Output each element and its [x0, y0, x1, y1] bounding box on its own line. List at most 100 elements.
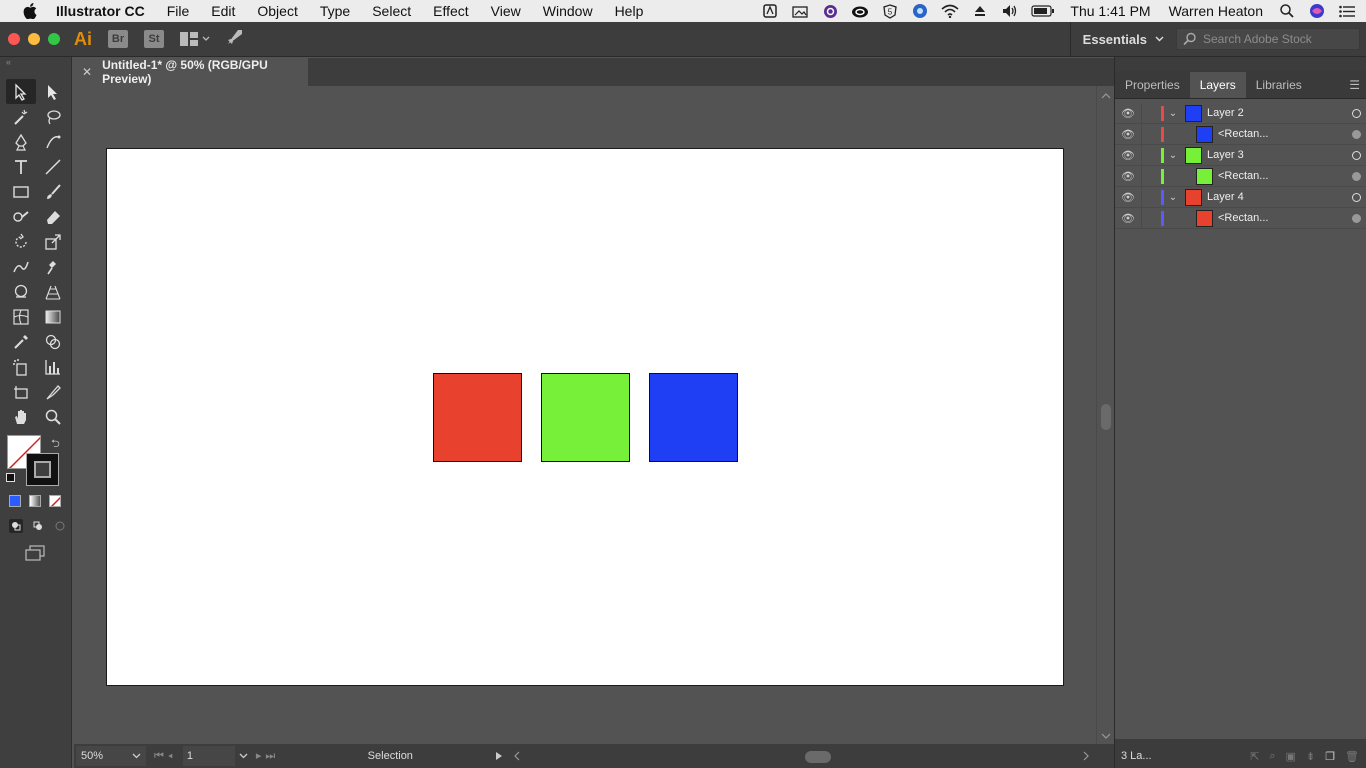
visibility-eye-icon[interactable]: 👁 [1115, 191, 1141, 204]
document-tab[interactable]: ✕ Untitled-1* @ 50% (RGB/GPU Preview) [74, 58, 308, 86]
layer-target[interactable] [1346, 150, 1366, 160]
horizontal-scrollbar[interactable] [529, 751, 1074, 763]
scale-tool[interactable] [38, 229, 68, 254]
close-document-icon[interactable]: ✕ [82, 65, 92, 79]
export-icon[interactable]: ⇱ [1250, 750, 1259, 763]
new-layer-icon[interactable]: ❐ [1325, 750, 1335, 763]
lock-toggle[interactable] [1141, 207, 1155, 229]
arrange-documents-button[interactable] [180, 32, 210, 46]
green-rectangle[interactable] [541, 373, 630, 462]
eraser-tool[interactable] [38, 204, 68, 229]
draw-inside-icon[interactable] [53, 519, 67, 533]
volume-icon[interactable] [1001, 4, 1019, 18]
warp-tool[interactable] [6, 254, 36, 279]
creative-cloud-icon[interactable] [851, 4, 869, 18]
red-rectangle[interactable] [433, 373, 522, 462]
status-menu-arrow-icon[interactable] [495, 751, 503, 761]
eyedropper-tool[interactable] [6, 329, 36, 354]
object-name[interactable]: <Rectan... [1218, 170, 1346, 182]
symbol-sprayer-tool[interactable] [6, 354, 36, 379]
menu-view[interactable]: View [480, 0, 532, 22]
curvature-tool[interactable] [38, 129, 68, 154]
stock-button[interactable]: St [144, 30, 164, 48]
tab-libraries[interactable]: Libraries [1246, 72, 1312, 98]
none-mode-icon[interactable] [49, 495, 61, 507]
shaper-tool[interactable] [6, 204, 36, 229]
layer-row[interactable]: 👁 ⌄ Layer 2 [1115, 102, 1366, 124]
blue-rectangle[interactable] [649, 373, 738, 462]
menu-effect[interactable]: Effect [422, 0, 480, 22]
change-screen-mode-button[interactable] [24, 545, 46, 561]
tab-layers[interactable]: Layers [1189, 72, 1246, 98]
object-target[interactable] [1346, 129, 1366, 139]
lock-toggle[interactable] [1141, 102, 1155, 124]
hand-tool[interactable] [6, 404, 36, 429]
column-graph-tool[interactable] [38, 354, 68, 379]
scroll-right-icon[interactable] [1082, 751, 1090, 761]
layer-name[interactable]: Layer 3 [1207, 149, 1346, 161]
artboard-tool[interactable] [6, 379, 36, 404]
scroll-left-icon[interactable] [513, 751, 521, 761]
visibility-eye-icon[interactable]: 👁 [1115, 170, 1141, 183]
line-segment-tool[interactable] [38, 154, 68, 179]
object-name[interactable]: <Rectan... [1218, 128, 1346, 140]
adobe-stock-search[interactable]: Search Adobe Stock [1176, 28, 1360, 50]
layer-target[interactable] [1346, 108, 1366, 118]
first-artboard-icon[interactable]: ⏮◂ [154, 750, 177, 763]
creative-cloud-sync-icon[interactable] [821, 4, 839, 18]
menu-select[interactable]: Select [361, 0, 422, 22]
zoom-level-select[interactable]: 50% [76, 746, 146, 766]
clipping-mask-icon[interactable]: ▣ [1286, 750, 1296, 763]
bridge-button[interactable]: Br [108, 30, 128, 48]
canvas-area[interactable] [74, 86, 1096, 744]
tab-properties[interactable]: Properties [1115, 72, 1190, 98]
new-sublayer-icon[interactable]: ⇟ [1306, 750, 1315, 763]
layer-row[interactable]: 👁 ⌄ Layer 3 [1115, 144, 1366, 166]
color-mode-icon[interactable] [9, 495, 21, 507]
vertical-scrollbar[interactable] [1096, 86, 1114, 744]
menu-help[interactable]: Help [604, 0, 655, 22]
horizontal-scroll-thumb[interactable] [805, 751, 832, 763]
layer-row[interactable]: 👁 ⌄ Layer 4 [1115, 186, 1366, 208]
selection-tool[interactable] [6, 79, 36, 104]
workspace-switcher[interactable]: Essentials [1069, 21, 1176, 57]
artboard[interactable] [106, 148, 1064, 686]
lock-toggle[interactable] [1141, 144, 1155, 166]
layer-target[interactable] [1346, 192, 1366, 202]
scroll-up-icon[interactable] [1101, 92, 1111, 100]
slice-tool[interactable] [38, 379, 68, 404]
magic-wand-tool[interactable] [6, 104, 36, 129]
menu-app-name[interactable]: Illustrator CC [52, 0, 156, 22]
gradient-mode-icon[interactable] [29, 495, 41, 507]
rectangle-tool[interactable] [6, 179, 36, 204]
layer-name[interactable]: Layer 2 [1207, 107, 1346, 119]
default-fill-stroke-icon[interactable] [6, 473, 15, 482]
trash-icon[interactable]: 🗑 [1345, 750, 1359, 763]
panel-collapse-bar[interactable] [1115, 57, 1366, 71]
close-window-button[interactable] [8, 33, 20, 45]
visibility-eye-icon[interactable]: 👁 [1115, 149, 1141, 162]
apple-menu-icon[interactable] [18, 3, 42, 19]
visibility-eye-icon[interactable]: 👁 [1115, 128, 1141, 141]
layer-name[interactable]: Layer 4 [1207, 191, 1346, 203]
paintbrush-tool[interactable] [38, 179, 68, 204]
last-artboard-icon[interactable]: ▸⏭ [256, 749, 279, 763]
object-target[interactable] [1346, 213, 1366, 223]
photos-icon[interactable] [791, 4, 809, 18]
visibility-eye-icon[interactable]: 👁 [1115, 212, 1141, 225]
expand-chevron-icon[interactable]: ⌄ [1164, 108, 1182, 119]
adobe-acrobat-icon[interactable] [761, 4, 779, 18]
panel-menu-icon[interactable]: ☰ [1349, 72, 1360, 98]
pen-tool[interactable] [6, 129, 36, 154]
free-transform-tool[interactable] [6, 279, 36, 304]
menu-object[interactable]: Object [246, 0, 308, 22]
gradient-tool[interactable] [38, 304, 68, 329]
puppet-warp-tool[interactable] [38, 254, 68, 279]
menubar-user[interactable]: Warren Heaton [1160, 3, 1272, 19]
battery-icon[interactable] [1031, 4, 1055, 18]
locate-object-icon[interactable]: ⌕ [1269, 750, 1275, 763]
gpu-performance-icon[interactable] [226, 28, 244, 51]
lasso-tool[interactable] [38, 104, 68, 129]
spotlight-search-icon[interactable] [1278, 4, 1296, 18]
chevron-down-icon[interactable] [239, 753, 248, 759]
